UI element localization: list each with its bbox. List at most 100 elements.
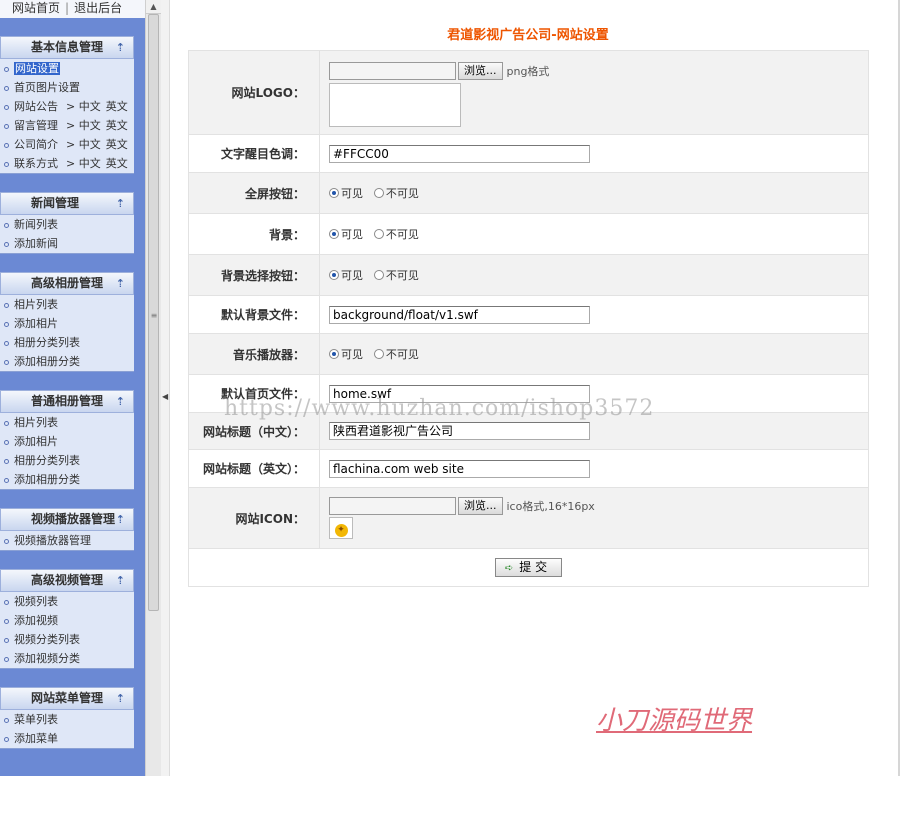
sidebar-item-label[interactable]: 添加相册分类 <box>14 355 80 368</box>
sidebar-item-label[interactable]: 相册分类列表 <box>14 454 80 467</box>
sidebar-item[interactable]: 菜单列表 <box>0 710 134 729</box>
fullscreen-hidden-radio[interactable] <box>373 188 384 198</box>
sidebar-item[interactable]: 留言管理 > 中文 英文 <box>0 116 134 135</box>
sidebar-item-label[interactable]: 留言管理 <box>14 119 58 132</box>
sidebar-item[interactable]: 视频播放器管理 <box>0 531 134 550</box>
sidebar-item-label[interactable]: 添加视频 <box>14 614 58 627</box>
sidebar-sublink-zh[interactable]: 中文 <box>79 100 101 113</box>
sidebar-item[interactable]: 相册分类列表 <box>0 451 134 470</box>
submit-button[interactable]: ➪ 提 交 <box>494 558 563 577</box>
sidebar-item-label[interactable]: 添加相片 <box>14 317 58 330</box>
sidebar-item-label[interactable]: 添加相片 <box>14 435 58 448</box>
sidebar-group-title: 网站菜单管理 <box>31 691 104 705</box>
sidebar-item-label[interactable]: 新闻列表 <box>14 218 58 231</box>
sidebar-item[interactable]: 添加视频分类 <box>0 649 134 668</box>
fullscreen-visible-radio[interactable] <box>329 188 339 198</box>
frame-splitter[interactable]: ◀ <box>161 0 170 776</box>
scroll-up-icon[interactable]: ▲ <box>146 0 161 14</box>
sidebar-item[interactable]: 公司简介 > 中文 英文 <box>0 135 134 154</box>
music-hidden-radio[interactable] <box>373 349 384 359</box>
sidebar-item-label[interactable]: 添加视频分类 <box>14 652 80 665</box>
sidebar-item[interactable]: 联系方式 > 中文 英文 <box>0 154 134 173</box>
sidebar-group-header[interactable]: 新闻管理 ⇡ <box>0 192 134 215</box>
bullet-icon <box>4 321 9 327</box>
sidebar-group-header[interactable]: 高级视频管理 ⇡ <box>0 569 134 592</box>
sidebar-item[interactable]: 首页图片设置 <box>0 78 134 97</box>
sidebar-item[interactable]: 添加相片 <box>0 432 134 451</box>
sidebar-sublink-zh[interactable]: 中文 <box>79 119 101 132</box>
collapse-up-icon[interactable]: ⇡ <box>116 509 125 530</box>
sidebar-item-label[interactable]: 相册分类列表 <box>14 336 80 349</box>
sidebar-item-label[interactable]: 添加相册分类 <box>14 473 80 486</box>
sidebar-item[interactable]: 添加菜单 <box>0 729 134 748</box>
sidebar-item[interactable]: 添加相册分类 <box>0 352 134 371</box>
sidebar-item[interactable]: 添加新闻 <box>0 234 134 253</box>
sidebar-sublink-en[interactable]: 英文 <box>106 119 128 132</box>
sidebar-item-label[interactable]: 添加新闻 <box>14 237 58 250</box>
sidebar-sublink-en[interactable]: 英文 <box>106 100 128 113</box>
sidebar-item-label[interactable]: 公司简介 <box>14 138 58 151</box>
sidebar-item[interactable]: 视频列表 <box>0 592 134 611</box>
music-visible-radio[interactable] <box>329 349 339 359</box>
collapse-up-icon[interactable]: ⇡ <box>116 570 125 591</box>
collapse-up-icon[interactable]: ⇡ <box>116 273 125 294</box>
home-link[interactable]: 网站首页 <box>12 1 60 15</box>
collapse-left-icon[interactable]: ◀ <box>162 392 168 401</box>
sidebar-item-label[interactable]: 首页图片设置 <box>14 81 80 94</box>
sidebar-group-header[interactable]: 网站菜单管理 ⇡ <box>0 687 134 710</box>
sidebar-item[interactable]: 网站公告 > 中文 英文 <box>0 97 134 116</box>
sidebar-group-title: 新闻管理 <box>31 196 80 210</box>
sidebar-item[interactable]: 相片列表 <box>0 413 134 432</box>
sidebar-item-label[interactable]: 视频分类列表 <box>14 633 80 646</box>
background-visible-radio[interactable] <box>329 229 339 239</box>
sidebar-item-label[interactable]: 联系方式 <box>14 157 58 170</box>
sidebar-item-label[interactable]: 网站公告 <box>14 100 58 113</box>
sidebar-group-header[interactable]: 普通相册管理 ⇡ <box>0 390 134 413</box>
sidebar-item-label[interactable]: 菜单列表 <box>14 713 58 726</box>
sidebar-item-label[interactable]: 相片列表 <box>14 416 58 429</box>
logo-file-input[interactable] <box>329 62 456 80</box>
sidebar-item[interactable]: 添加相册分类 <box>0 470 134 489</box>
icon-preview: ✦ <box>329 517 353 539</box>
icon-file-input[interactable] <box>329 497 456 515</box>
sidebar-group-header[interactable]: 基本信息管理 ⇡ <box>0 36 134 59</box>
bullet-icon <box>4 458 9 464</box>
sidebar-item[interactable]: 视频分类列表 <box>0 630 134 649</box>
title-color-input[interactable]: #FFCC00 <box>329 144 590 163</box>
sidebar-item[interactable]: 新闻列表 <box>0 215 134 234</box>
sidebar-item-label[interactable]: 相片列表 <box>14 298 58 311</box>
logo-label: 网站LOGO： <box>188 50 320 135</box>
collapse-up-icon[interactable]: ⇡ <box>116 391 125 412</box>
collapse-up-icon[interactable]: ⇡ <box>116 37 125 58</box>
collapse-up-icon[interactable]: ⇡ <box>116 193 125 214</box>
logout-link[interactable]: 退出后台 <box>74 1 122 15</box>
default-bg-input[interactable]: background/float/v1.swf <box>329 305 590 324</box>
sidebar-item[interactable]: 添加视频 <box>0 611 134 630</box>
bullet-icon <box>4 123 9 129</box>
submit-row: ➪ 提 交 <box>188 548 869 587</box>
sidebar-item[interactable]: 相册分类列表 <box>0 333 134 352</box>
sidebar-sublink-zh[interactable]: 中文 <box>79 157 101 170</box>
bg-select-visible-radio[interactable] <box>329 270 339 280</box>
sidebar-item-label[interactable]: 视频播放器管理 <box>14 534 91 547</box>
sidebar-item[interactable]: 网站设置 <box>0 59 134 78</box>
sidebar-group-header[interactable]: 高级相册管理 ⇡ <box>0 272 134 295</box>
sidebar-item[interactable]: 相片列表 <box>0 295 134 314</box>
collapse-up-icon[interactable]: ⇡ <box>116 688 125 709</box>
scrollbar-thumb[interactable]: ≡ <box>148 14 159 611</box>
bg-select-hidden-radio[interactable] <box>373 270 384 280</box>
sidebar-group-header[interactable]: 视频播放器管理 ⇡ <box>0 508 134 531</box>
sidebar-item[interactable]: 添加相片 <box>0 314 134 333</box>
sidebar-scrollbar[interactable]: ▲ ≡ <box>145 0 161 776</box>
sidebar-item-label[interactable]: 网站设置 <box>14 62 60 75</box>
sidebar-sublink-zh[interactable]: 中文 <box>79 138 101 151</box>
sidebar-item-label[interactable]: 添加菜单 <box>14 732 58 745</box>
logo-browse-button[interactable]: 浏览... <box>458 62 503 80</box>
sidebar-sublink-en[interactable]: 英文 <box>106 157 128 170</box>
sidebar-sublink-en[interactable]: 英文 <box>106 138 128 151</box>
sidebar-item-label[interactable]: 视频列表 <box>14 595 58 608</box>
title-cn-input[interactable]: 陕西君道影视广告公司 <box>329 422 590 440</box>
title-en-input[interactable]: flachina.com web site <box>329 459 590 478</box>
background-hidden-radio[interactable] <box>373 229 384 239</box>
icon-browse-button[interactable]: 浏览... <box>458 497 503 515</box>
